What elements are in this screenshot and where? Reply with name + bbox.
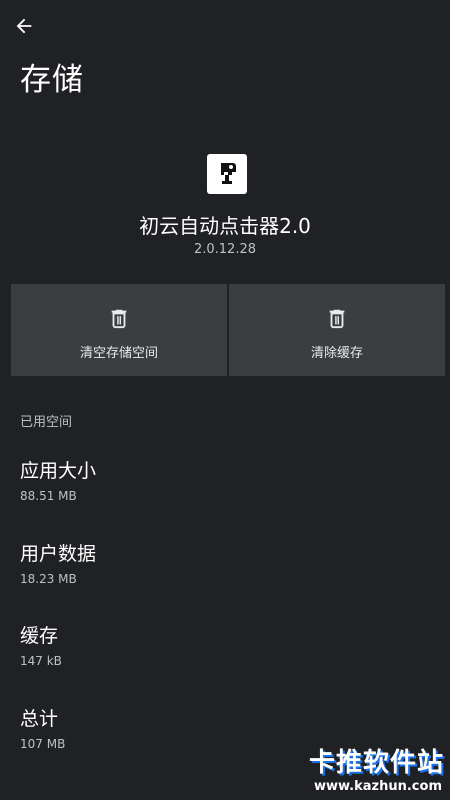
trash-icon [111, 309, 127, 329]
clear-storage-label: 清空存储空间 [79, 346, 158, 361]
stat-value: 88.51 MB [20, 489, 77, 503]
clear-storage-button[interactable]: 清空存储空间 [11, 284, 227, 376]
app-name: 初云自动点击器2.0 [139, 214, 311, 238]
watermark-url: www.kazhun.com [313, 779, 442, 794]
clear-cache-button[interactable]: 清除缓存 [229, 284, 445, 376]
stat-label: 应用大小 [20, 460, 97, 482]
stat-app-size: 应用大小 88.51 MB [20, 456, 420, 503]
clear-cache-label: 清除缓存 [310, 346, 363, 361]
back-arrow-icon [16, 18, 32, 34]
storage-screen: 存储 初云自动点击器2.0 2.0.12.28 清空存储空间 清除缓存 已用空间… [0, 0, 450, 800]
app-logo-icon [221, 163, 236, 184]
trash-icon [329, 309, 345, 329]
page-title: 存储 [20, 62, 84, 98]
back-button[interactable] [8, 10, 40, 42]
stat-value: 147 kB [20, 654, 62, 668]
storage-actions: 清空存储空间 清除缓存 [11, 284, 445, 376]
section-header-used-space: 已用空间 [20, 415, 73, 430]
stat-label: 用户数据 [20, 543, 97, 565]
stat-label: 缓存 [20, 625, 59, 647]
stat-user-data: 用户数据 18.23 MB [20, 539, 420, 586]
app-icon [207, 154, 247, 194]
watermark: 卡推软件站 www.kazhun.com [294, 742, 444, 794]
app-version: 2.0.12.28 [193, 242, 257, 257]
stat-label: 总计 [20, 708, 59, 730]
stat-value: 18.23 MB [20, 572, 77, 586]
watermark-text: 卡推软件站 [308, 748, 444, 778]
stat-cache: 缓存 147 kB [20, 621, 420, 668]
